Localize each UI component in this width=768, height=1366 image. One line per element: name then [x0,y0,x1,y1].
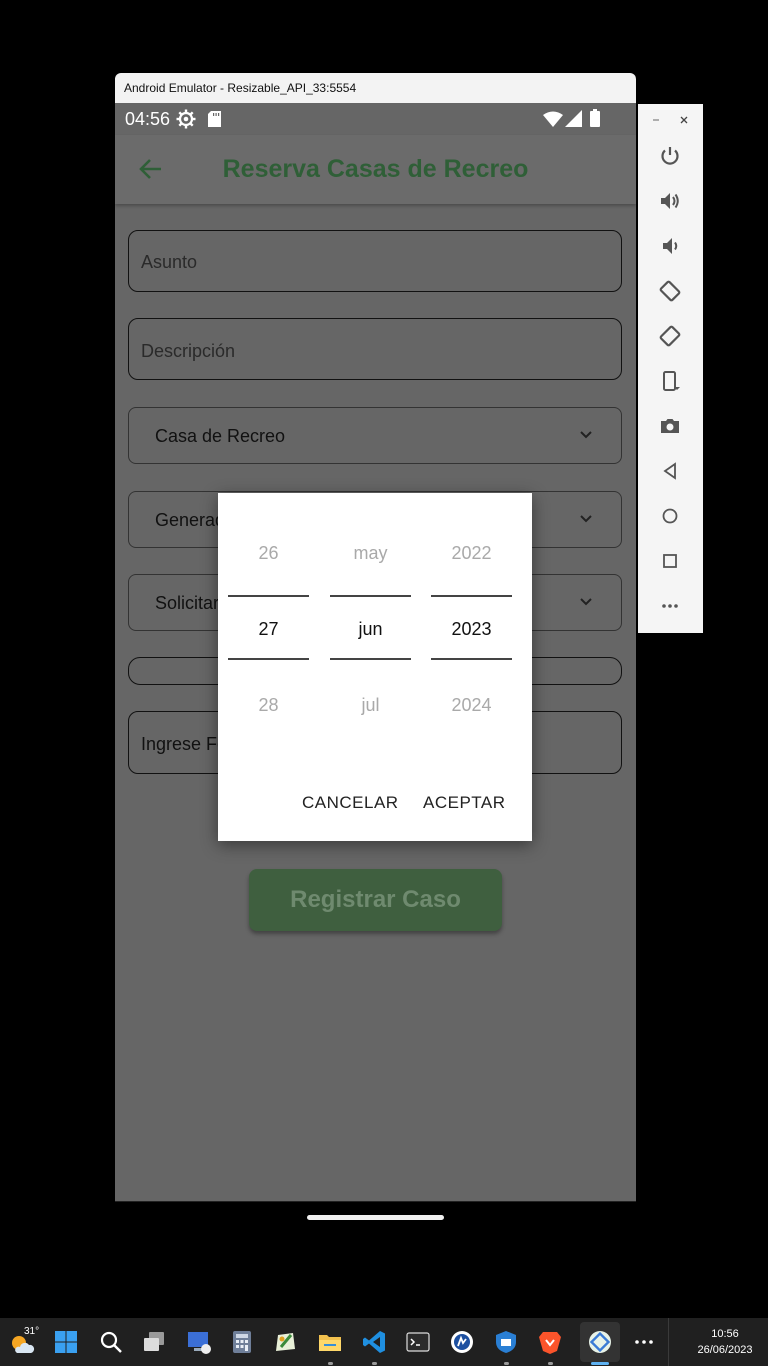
minimize-icon[interactable] [651,115,661,125]
day-selected[interactable]: 27 [228,619,309,640]
emulator-side-toolbar [638,104,703,633]
volume-down-icon[interactable] [658,234,682,258]
running-indicator [328,1362,333,1365]
status-bar: 04:56 [115,103,636,135]
android-nav-bar [115,1201,636,1233]
calculator-icon[interactable] [229,1329,255,1355]
status-time: 04:56 [125,109,171,129]
system-clock[interactable]: 10:56 26/06/2023 [690,1326,760,1358]
asunto-placeholder: Asunto [141,252,198,272]
clock-date: 26/06/2023 [697,1344,753,1356]
running-indicator [548,1362,553,1365]
app-circle-icon[interactable] [449,1329,475,1355]
asunto-input[interactable]: Asunto [128,230,622,292]
active-indicator [591,1362,609,1365]
back-triangle-icon[interactable] [658,459,682,483]
rotate-right-icon[interactable] [658,324,682,348]
terminal-icon[interactable] [405,1329,431,1355]
home-circle-icon[interactable] [658,504,682,528]
chevron-down-icon [580,431,592,439]
close-icon[interactable] [679,115,689,125]
running-indicator [504,1362,509,1365]
task-view-icon[interactable] [141,1329,167,1355]
descripcion-input[interactable]: Descripción [128,318,622,380]
settings-gear-icon [176,109,196,129]
clock-time: 10:56 [711,1328,739,1340]
solicitante-label: Solicitar [155,593,220,613]
shield-app-icon[interactable] [493,1329,519,1355]
month-divider-bottom [330,658,411,660]
day-divider-top [228,595,309,597]
vscode-icon[interactable] [361,1329,387,1355]
overview-square-icon[interactable] [658,549,682,573]
running-indicator [372,1362,377,1365]
volume-up-icon[interactable] [658,189,682,213]
generado-label: Generad [155,510,226,530]
power-icon[interactable] [658,144,682,168]
registrar-caso-button[interactable]: Registrar Caso [249,869,502,931]
windows-start-icon[interactable] [53,1329,79,1355]
brave-browser-icon[interactable] [537,1329,563,1355]
year-divider-bottom [431,658,512,660]
fold-device-icon[interactable] [658,369,682,393]
day-divider-bottom [228,658,309,660]
day-next[interactable]: 28 [228,695,309,716]
day-prev[interactable]: 26 [228,543,309,564]
sd-card-icon [208,111,221,127]
month-divider-top [330,595,411,597]
home-gesture-handle[interactable] [307,1215,444,1220]
month-next[interactable]: jul [330,695,411,716]
file-explorer-icon[interactable] [317,1329,343,1355]
windows-taskbar: 31° 10:56 26/06/2023 [0,1318,768,1366]
accept-button[interactable]: ACEPTAR [423,793,506,813]
more-taskbar-icon[interactable] [631,1329,657,1355]
year-prev[interactable]: 2022 [431,543,512,564]
camera-icon[interactable] [658,414,682,438]
emulator-window-title: Android Emulator - Resizable_API_33:5554 [115,73,636,103]
casa-recreo-dropdown[interactable]: Casa de Recreo [128,407,622,464]
wifi-icon [543,111,563,127]
chevron-down-icon [580,598,592,606]
app-title: Reserva Casas de Recreo [222,155,529,183]
more-options-icon[interactable] [658,594,682,618]
fecha-placeholder: Ingrese Fe [141,734,228,754]
search-icon[interactable] [98,1329,124,1355]
cell-signal-icon [565,110,582,127]
battery-icon [590,109,600,127]
cancel-button[interactable]: CANCELAR [302,793,399,813]
descripcion-placeholder: Descripción [141,341,236,361]
casa-recreo-label: Casa de Recreo [155,426,286,446]
year-next[interactable]: 2024 [431,695,512,716]
remote-desktop-icon[interactable] [186,1329,212,1355]
year-selected[interactable]: 2023 [431,619,512,640]
month-selected[interactable]: jun [330,619,411,640]
paint-app-icon[interactable] [273,1329,299,1355]
rotate-left-icon[interactable] [658,279,682,303]
taskbar-divider [668,1318,669,1366]
app-bar: Reserva Casas de Recreo [115,135,636,204]
android-studio-icon[interactable] [587,1329,613,1355]
year-divider-top [431,595,512,597]
weather-temperature: 31° [24,1326,40,1337]
date-picker-dialog: 26 27 28 may jun jul 2022 2023 2024 CANC… [218,493,532,841]
month-prev[interactable]: may [330,543,411,564]
chevron-down-icon [580,515,592,523]
